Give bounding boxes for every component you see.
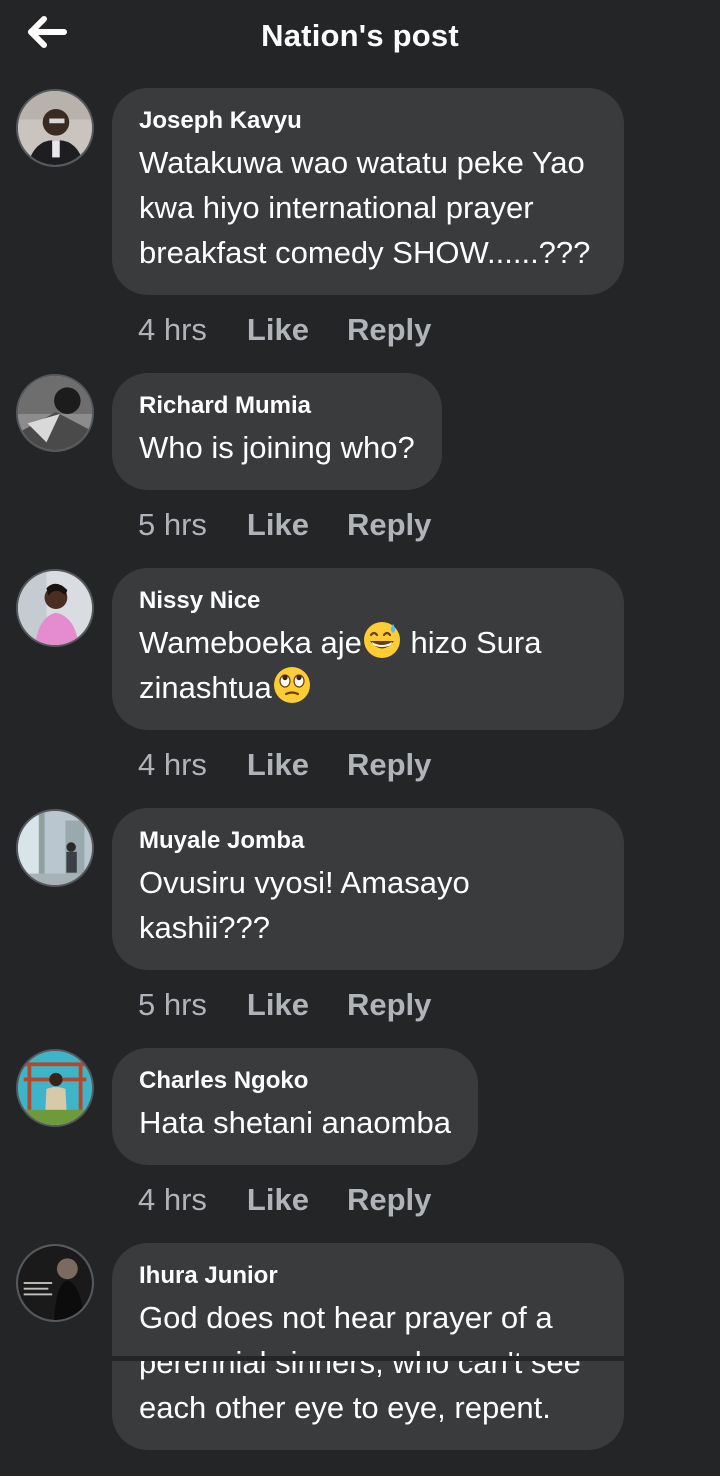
comment-text: Watakuwa wao watatu peke Yao kwa hiyo in…	[139, 145, 591, 270]
comment-text: Who is joining who?	[139, 430, 415, 465]
like-button[interactable]: Like	[247, 748, 309, 782]
comment-bubble: Joseph Kavyu Watakuwa wao watatu peke Ya…	[112, 88, 624, 295]
page-title: Nation's post	[261, 18, 459, 53]
like-button[interactable]: Like	[247, 508, 309, 542]
comment-item: Charles Ngoko Hata shetani anaomba 4 hrs…	[0, 1048, 720, 1217]
comment-item: Muyale Jomba Ovusiru vyosi! Amasayo kash…	[0, 808, 720, 1022]
comment-actions: 4 hrs Like Reply	[112, 748, 720, 782]
avatar[interactable]	[16, 809, 94, 887]
comment-bubble: Muyale Jomba Ovusiru vyosi! Amasayo kash…	[112, 808, 624, 970]
comment-item: Nissy Nice Wameboeka aje hizo Sura zinas…	[0, 568, 720, 782]
avatar[interactable]	[16, 374, 94, 452]
comment-bubble: Charles Ngoko Hata shetani anaomba	[112, 1048, 478, 1165]
comment-text: Wameboeka aje hizo Sura zinashtua	[139, 620, 597, 710]
comment-author[interactable]: Ihura Junior	[139, 1261, 597, 1291]
comment-text-part: Wameboeka aje	[139, 625, 362, 660]
avatar[interactable]	[16, 1049, 94, 1127]
comment-author[interactable]: Richard Mumia	[139, 391, 415, 421]
comment-actions: 5 hrs Like Reply	[112, 508, 720, 542]
like-button[interactable]: Like	[247, 313, 309, 347]
comment-bubble: Nissy Nice Wameboeka aje hizo Sura zinas…	[112, 568, 624, 730]
comment-time: 4 hrs	[138, 312, 207, 347]
comment-actions: 4 hrs Like Reply	[112, 1183, 720, 1217]
comment-time: 4 hrs	[138, 1182, 207, 1217]
grinning-sweat-emoji-icon	[362, 620, 402, 660]
eye-roll-emoji-icon	[272, 665, 312, 705]
comment-time: 5 hrs	[138, 987, 207, 1022]
comment-author[interactable]: Muyale Jomba	[139, 826, 597, 856]
reply-button[interactable]: Reply	[347, 313, 431, 347]
avatar[interactable]	[16, 89, 94, 167]
avatar[interactable]	[16, 1244, 94, 1322]
comment-actions: 5 hrs Like Reply	[112, 988, 720, 1022]
comment-item: Joseph Kavyu Watakuwa wao watatu peke Ya…	[0, 88, 720, 347]
comment-time: 4 hrs	[138, 747, 207, 782]
comment-author[interactable]: Charles Ngoko	[139, 1066, 451, 1096]
bottom-edge	[0, 1356, 720, 1361]
comment-item: Ihura Junior God does not hear prayer of…	[0, 1243, 720, 1450]
reply-button[interactable]: Reply	[347, 748, 431, 782]
comment-actions: 4 hrs Like Reply	[112, 313, 720, 347]
comment-author[interactable]: Joseph Kavyu	[139, 106, 597, 136]
reply-button[interactable]: Reply	[347, 988, 431, 1022]
comment-time: 5 hrs	[138, 507, 207, 542]
comment-bubble: Richard Mumia Who is joining who?	[112, 373, 442, 490]
reply-button[interactable]: Reply	[347, 508, 431, 542]
reply-button[interactable]: Reply	[347, 1183, 431, 1217]
comment-item: Richard Mumia Who is joining who? 5 hrs L…	[0, 373, 720, 542]
comment-text: Hata shetani anaomba	[139, 1105, 451, 1140]
like-button[interactable]: Like	[247, 1183, 309, 1217]
comment-author[interactable]: Nissy Nice	[139, 586, 597, 616]
comment-bubble: Ihura Junior God does not hear prayer of…	[112, 1243, 624, 1450]
top-bar: Nation's post	[0, 0, 720, 76]
like-button[interactable]: Like	[247, 988, 309, 1022]
comment-text: Ovusiru vyosi! Amasayo kashii???	[139, 865, 470, 945]
comment-text: God does not hear prayer of a perennial …	[139, 1300, 581, 1425]
avatar[interactable]	[16, 569, 94, 647]
comments-list: Joseph Kavyu Watakuwa wao watatu peke Ya…	[0, 88, 720, 1476]
